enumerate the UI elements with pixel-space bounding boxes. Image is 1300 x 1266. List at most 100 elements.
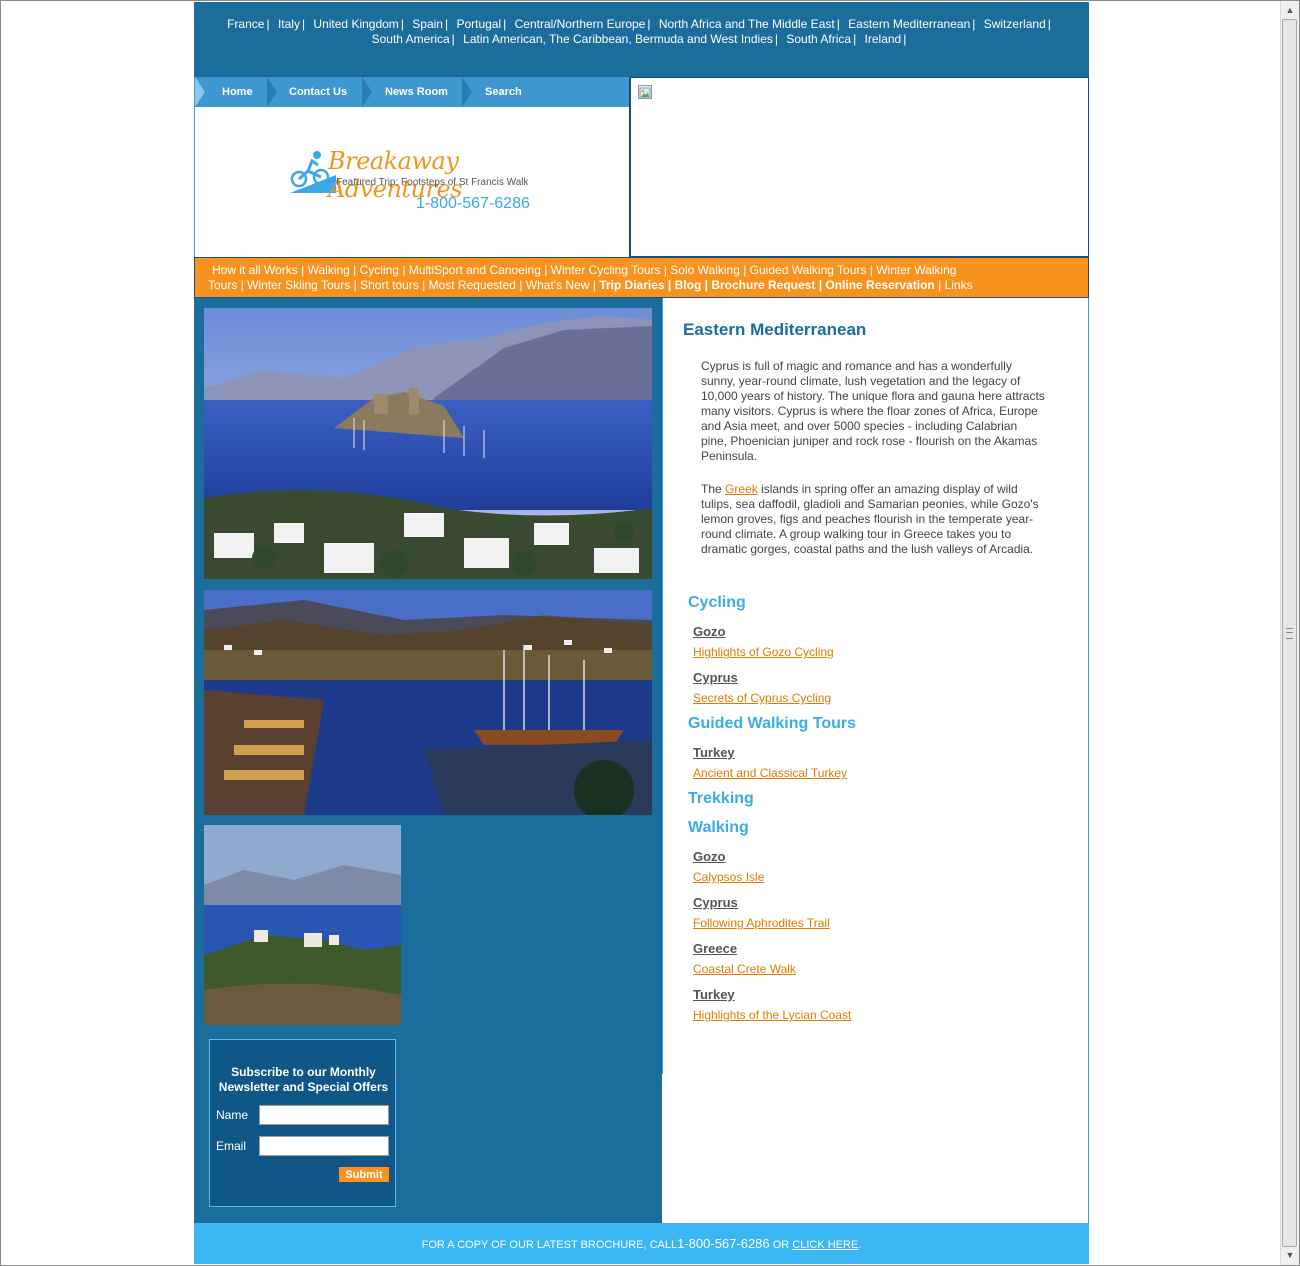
menu-links[interactable]: Links [945, 278, 973, 292]
greek-paragraph: The Greek islands in spring offer an ama… [701, 482, 1046, 557]
email-label: Email [216, 1139, 247, 1153]
menu-winter-walking[interactable]: Winter Walking [876, 263, 956, 277]
column-divider [662, 298, 663, 1074]
guided-turkey-link[interactable]: Turkey [693, 745, 735, 760]
intro-paragraph: Cyprus is full of magic and romance and … [701, 359, 1045, 463]
nav-contact[interactable]: Contact Us [267, 77, 362, 107]
country-switzerland[interactable]: Switzerland [984, 17, 1046, 31]
scroll-thumb[interactable] [1282, 19, 1297, 1247]
category-cycling: Cycling [688, 594, 746, 611]
scroll-up-icon[interactable]: ▲ [1282, 2, 1298, 18]
footer-or: OR [769, 1239, 793, 1251]
menu-winter-walking-tours[interactable]: Tours [208, 278, 237, 292]
walking-turkey-link[interactable]: Turkey [693, 987, 735, 1002]
trip-highlights-gozo-cycling[interactable]: Highlights of Gozo Cycling [693, 645, 834, 659]
name-label: Name [216, 1108, 249, 1122]
content-column: Eastern Mediterranean Cyprus is full of … [662, 298, 1089, 1223]
menu-short-tours[interactable]: Short tours [360, 278, 419, 292]
walking-cyprus-link[interactable]: Cyprus [693, 895, 738, 910]
photo-harbor [204, 590, 652, 815]
countries-bar: France | Italy | United Kingdom | Spain | Po… [194, 2, 1089, 77]
greek-link[interactable]: Greek [725, 482, 758, 496]
trip-highlights-lycian-coast[interactable]: Highlights of the Lycian Coast [693, 1008, 851, 1022]
nav-news-room[interactable]: News Room [362, 77, 462, 107]
trip-secrets-cyprus-cycling[interactable]: Secrets of Cyprus Cycling [693, 691, 831, 705]
menu-solo-walking[interactable]: Solo Walking [670, 263, 740, 277]
nav-search[interactable]: Search [462, 77, 552, 107]
countries-row-1: France | Italy | United Kingdom | Spain | Po… [227, 17, 1051, 31]
menu-cycling[interactable]: Cycling [360, 263, 399, 277]
menu-line-1: How it all Works | Walking | Cycling | M… [212, 263, 957, 277]
photo-column: Subscribe to our Monthly Newsletter and … [194, 298, 662, 1223]
nav-news-label: News Room [385, 86, 448, 98]
country-italy[interactable]: Italy [278, 17, 300, 31]
menu-guided-walking[interactable]: Guided Walking Tours [750, 263, 867, 277]
trip-following-aphrodites-trail[interactable]: Following Aphrodites Trail [693, 916, 830, 930]
nav-home-label: Home [222, 86, 253, 98]
nav-home[interactable]: Home [195, 77, 267, 107]
menu-whats-new[interactable]: What's New [526, 278, 590, 292]
nav-search-label: Search [485, 86, 522, 98]
footer-period: . [858, 1239, 862, 1251]
country-portugal[interactable]: Portugal [456, 17, 501, 31]
walking-gozo-link[interactable]: Gozo [693, 849, 726, 864]
photo-coast-village [204, 825, 401, 1025]
name-input[interactable] [259, 1105, 389, 1125]
header-left: Home Contact Us News Room Search Breakaw… [194, 77, 629, 257]
header-banner [629, 77, 1089, 257]
country-latin-america[interactable]: Latin American, The Caribbean, Bermuda a… [463, 32, 773, 46]
newsletter-form: Subscribe to our Monthly Newsletter and … [209, 1039, 396, 1207]
country-central-northern-europe[interactable]: Central/Northern Europe [515, 17, 646, 31]
footer-text: FOR A COPY OF OUR LATEST BROCHURE, CALL [421, 1239, 678, 1251]
category-guided-walking: Guided Walking Tours [688, 715, 856, 732]
category-walking: Walking [688, 819, 749, 836]
category-trekking: Trekking [688, 790, 754, 807]
footer-phone: 1-800-567-6286 [677, 1236, 770, 1251]
menu-winter-cycling[interactable]: Winter Cycling Tours [551, 263, 661, 277]
greek-paragraph-start: The [701, 482, 726, 496]
page: France | Italy | United Kingdom | Spain | Po… [194, 2, 1089, 1264]
logo[interactable]: Breakaway Adventures Featured Trip: Foot… [290, 145, 540, 215]
walking-greece-link[interactable]: Greece [693, 941, 737, 956]
grip-icon [1286, 628, 1293, 639]
photo-bodrum-castle [204, 308, 652, 579]
nav-contact-label: Contact Us [289, 86, 348, 98]
country-eastern-mediterranean[interactable]: Eastern Mediterranean [848, 17, 970, 31]
country-ireland[interactable]: Ireland [865, 32, 902, 46]
cycling-gozo-link[interactable]: Gozo [693, 624, 726, 639]
menu-most-requested[interactable]: Most Requested [429, 278, 516, 292]
page-title: Eastern Mediterranean [683, 320, 867, 339]
country-france[interactable]: France [227, 17, 264, 31]
country-south-africa[interactable]: South Africa [786, 32, 851, 46]
menu-line-2: Tours | Winter Skiing Tours | Short tour… [208, 278, 973, 292]
trip-ancient-classical-turkey[interactable]: Ancient and Classical Turkey [693, 766, 847, 780]
main-nav: Home Contact Us News Room Search [195, 77, 629, 107]
menu-trip-diaries[interactable]: Trip Diaries [599, 278, 664, 292]
countries-row-2: South America | Latin American, The Carib… [371, 32, 907, 46]
email-input[interactable] [259, 1136, 389, 1156]
broken-image-icon [638, 85, 652, 99]
menu-walking[interactable]: Walking [308, 263, 350, 277]
menu-winter-skiing[interactable]: Winter Skiing Tours [247, 278, 350, 292]
vertical-scrollbar[interactable]: ▲ ▼ [1280, 1, 1299, 1265]
menu-online-reservation[interactable]: Online Reservation [825, 278, 934, 292]
featured-trip: Featured Trip: Footsteps of St Francis W… [336, 177, 529, 188]
submit-button[interactable]: Submit [339, 1167, 389, 1182]
logo-phone: 1-800-567-6286 [416, 195, 530, 212]
country-uk[interactable]: United Kingdom [313, 17, 398, 31]
trip-calypsos-isle[interactable]: Calypsos Isle [693, 870, 764, 884]
menu-brochure-request[interactable]: Brochure Request [711, 278, 815, 292]
footer-click-here-link[interactable]: CLICK HERE [792, 1239, 858, 1251]
country-north-africa[interactable]: North Africa and The Middle East [659, 17, 835, 31]
scroll-down-icon[interactable]: ▼ [1282, 1247, 1298, 1263]
cycling-cyprus-link[interactable]: Cyprus [693, 670, 738, 685]
country-south-america[interactable]: South America [372, 32, 450, 46]
footer: FOR A COPY OF OUR LATEST BROCHURE, CALL1… [194, 1223, 1089, 1264]
secondary-menu: How it all Works | Walking | Cycling | M… [194, 257, 1089, 298]
menu-blog[interactable]: Blog [675, 278, 702, 292]
menu-multisport[interactable]: MultiSport and Canoeing [409, 263, 541, 277]
newsletter-title: Subscribe to our Monthly Newsletter and … [218, 1065, 389, 1094]
menu-how-it-works[interactable]: How it all Works [212, 263, 298, 277]
trip-coastal-crete-walk[interactable]: Coastal Crete Walk [693, 962, 796, 976]
country-spain[interactable]: Spain [412, 17, 443, 31]
